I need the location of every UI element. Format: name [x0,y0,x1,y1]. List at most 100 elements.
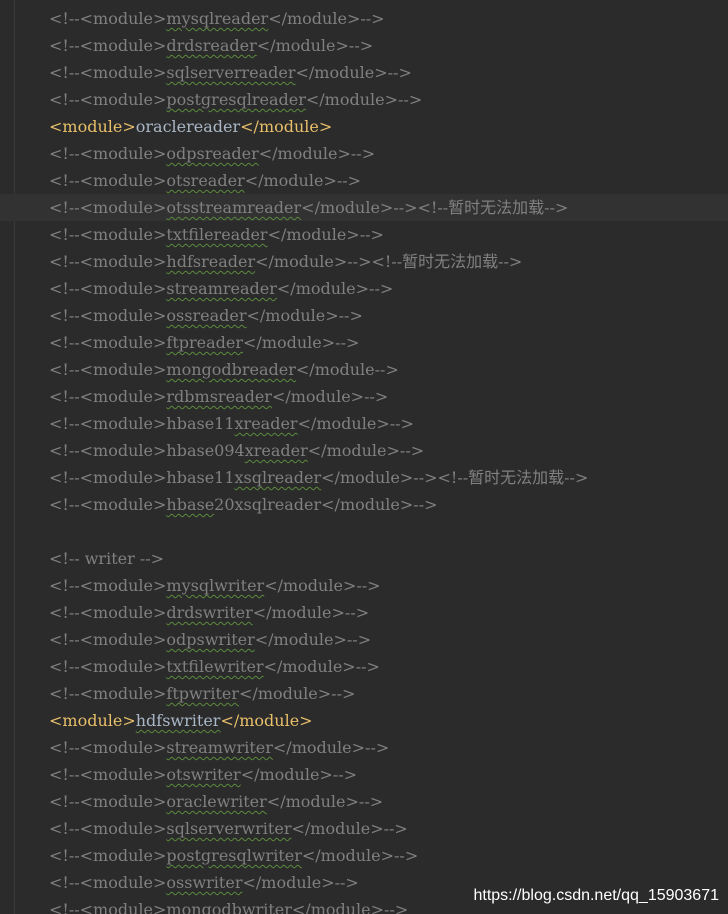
comment-text: <!--<module> [49,576,167,595]
comment-text: hdfsreader [166,252,256,271]
comment-text: <!--<module> [49,900,167,914]
code-line[interactable]: <!--<module>sqlserverwriter</module>--> [0,815,728,842]
comment-text: streamwriter [166,738,273,757]
comment-text: odpsreader [166,144,259,163]
comment-text: xreader [234,414,298,433]
comment-text: </module>--> [276,279,394,298]
comment-text: <!--<module> [49,387,167,406]
code-line[interactable]: <!--<module>otsreader</module>--> [0,167,728,194]
comment-text: hbase [166,495,215,514]
code-editor[interactable]: <!--<module>mysqlreader</module>--> <!--<… [0,0,728,914]
code-line[interactable]: <!--<module>ftpreader</module>--> [0,329,728,356]
comment-text: mongodbwriter [166,900,292,914]
comment-text: drdsreader [166,36,257,55]
comment-text: ftpreader [166,333,244,352]
code-line[interactable]: <!--<module>postgresqlwriter</module>--> [0,842,728,869]
comment-text: <!--<module> [49,36,167,55]
code-line[interactable]: <!--<module>txtfilereader</module>--> [0,221,728,248]
code-line[interactable]: <!--<module>hbase11xsqlreader</module>--… [0,464,728,491]
comment-text: </module>--><!--暂时无法加载--> [301,198,569,217]
comment-text: <!--<module> [49,738,167,757]
comment-text: <!-- writer --> [49,549,165,568]
code-line[interactable]: <!--<module>drdswriter</module>--> [0,599,728,626]
xml-tag: </module> [220,711,313,730]
code-line[interactable]: <!--<module>otswriter</module>--> [0,761,728,788]
code-line[interactable]: <!--<module>hbase094xreader</module>--> [0,437,728,464]
comment-text: <!--<module> [49,144,167,163]
comment-text: </module>--> [263,657,380,676]
comment-text: <!--<module> [49,171,167,190]
code-line[interactable]: <module>oraclereader</module> [0,113,728,140]
code-line[interactable]: <!--<module>oraclewriter</module>--> [0,788,728,815]
code-line[interactable]: <!--<module>mongodbreader</module--> [0,356,728,383]
comment-text: <!--<module> [49,90,167,109]
comment-text: <!--<module> [49,441,167,460]
comment-text: </module>--> [246,306,363,325]
code-line[interactable]: <module>hdfswriter</module> [0,707,728,734]
comment-text: </module>--> [272,738,390,757]
code-line[interactable]: <!--<module>ftpwriter</module>--> [0,680,728,707]
comment-text: </module>--> [256,36,374,55]
code-line[interactable]: <!--<module>rdbmsreader</module>--> [0,383,728,410]
comment-text: ftpwriter [166,684,240,703]
comment-text: <!--<module> [49,765,167,784]
comment-text: xsqlreader [234,468,322,487]
xml-tag: <module> [49,117,136,136]
comment-text: <!--<module> [49,360,167,379]
comment-text: <!--<module> [49,306,167,325]
comment-text: <!--<module> [49,792,167,811]
comment-text: </module>--> [244,171,362,190]
code-line[interactable]: <!--<module>hbase20xsqlreader</module>--… [0,491,728,518]
comment-text: <!--<module> [49,873,167,892]
code-line[interactable]: <!--<module>streamwriter</module>--> [0,734,728,761]
comment-text: streamreader [166,279,277,298]
comment-text: </module--> [295,360,399,379]
comment-text: </module>--> [291,819,408,838]
code-lines[interactable]: <!--<module>mysqlreader</module>--> <!--<… [0,5,728,914]
code-line[interactable]: <!--<module>otsstreamreader</module>--><… [0,194,728,221]
code-line[interactable]: <!-- writer --> [0,545,728,572]
watermark: https://blog.csdn.net/qq_15903671 [473,887,719,904]
code-line[interactable]: <!--<module>streamreader</module>--> [0,275,728,302]
comment-text: </module>--> [291,900,409,914]
comment-text: </module>--> [239,684,356,703]
code-line[interactable]: <!--<module>odpswriter</module>--> [0,626,728,653]
comment-text: </module>--> [271,387,389,406]
code-line[interactable]: <!--<module>hbase11xreader</module>--> [0,410,728,437]
comment-text: </module>--> [268,9,385,28]
xml-tag: <module> [49,711,136,730]
comment-text: txtfilewriter [166,657,264,676]
comment-text: osswriter [166,873,243,892]
code-line[interactable]: <!--<module>txtfilewriter</module>--> [0,653,728,680]
comment-text: otswriter [166,765,241,784]
comment-text: txtfilereader [166,225,268,244]
comment-text: </module>--> [240,765,358,784]
comment-text: <!--<module> [49,9,167,28]
code-line[interactable] [0,518,728,545]
comment-text: mysqlwriter [166,576,265,595]
comment-text: postgresqlwriter [166,846,302,865]
comment-text: </module>--> [305,90,423,109]
code-line[interactable]: <!--<module>odpsreader</module>--> [0,140,728,167]
comment-text: xreader [244,441,308,460]
comment-text: </module>--><!--暂时无法加载--> [321,468,589,487]
comment-text: </module>--> [254,630,372,649]
module-name: oraclereader [135,117,241,136]
comment-text: sqlserverwriter [166,819,292,838]
comment-text: </module>--><!--暂时无法加载--> [255,252,523,271]
comment-text: </module>--> [243,333,360,352]
comment-text: 20xsqlreader</module>--> [214,495,438,514]
comment-text: odpswriter [166,630,255,649]
code-line[interactable]: <!--<module>drdsreader</module>--> [0,32,728,59]
module-name: hdfswriter [135,711,221,730]
code-line[interactable]: <!--<module>postgresqlreader</module>--> [0,86,728,113]
comment-text: otsreader [166,171,245,190]
code-line[interactable]: <!--<module>ossreader</module>--> [0,302,728,329]
comment-text: </module>--> [242,873,359,892]
code-line[interactable]: <!--<module>sqlserverreader</module>--> [0,59,728,86]
code-line[interactable]: <!--<module>mysqlwriter</module>--> [0,572,728,599]
code-line[interactable]: <!--<module>mysqlreader</module>--> [0,5,728,32]
comment-text: <!--<module> [49,684,167,703]
code-line[interactable]: <!--<module>hdfsreader</module>--><!--暂时… [0,248,728,275]
comment-text: </module>--> [297,414,414,433]
